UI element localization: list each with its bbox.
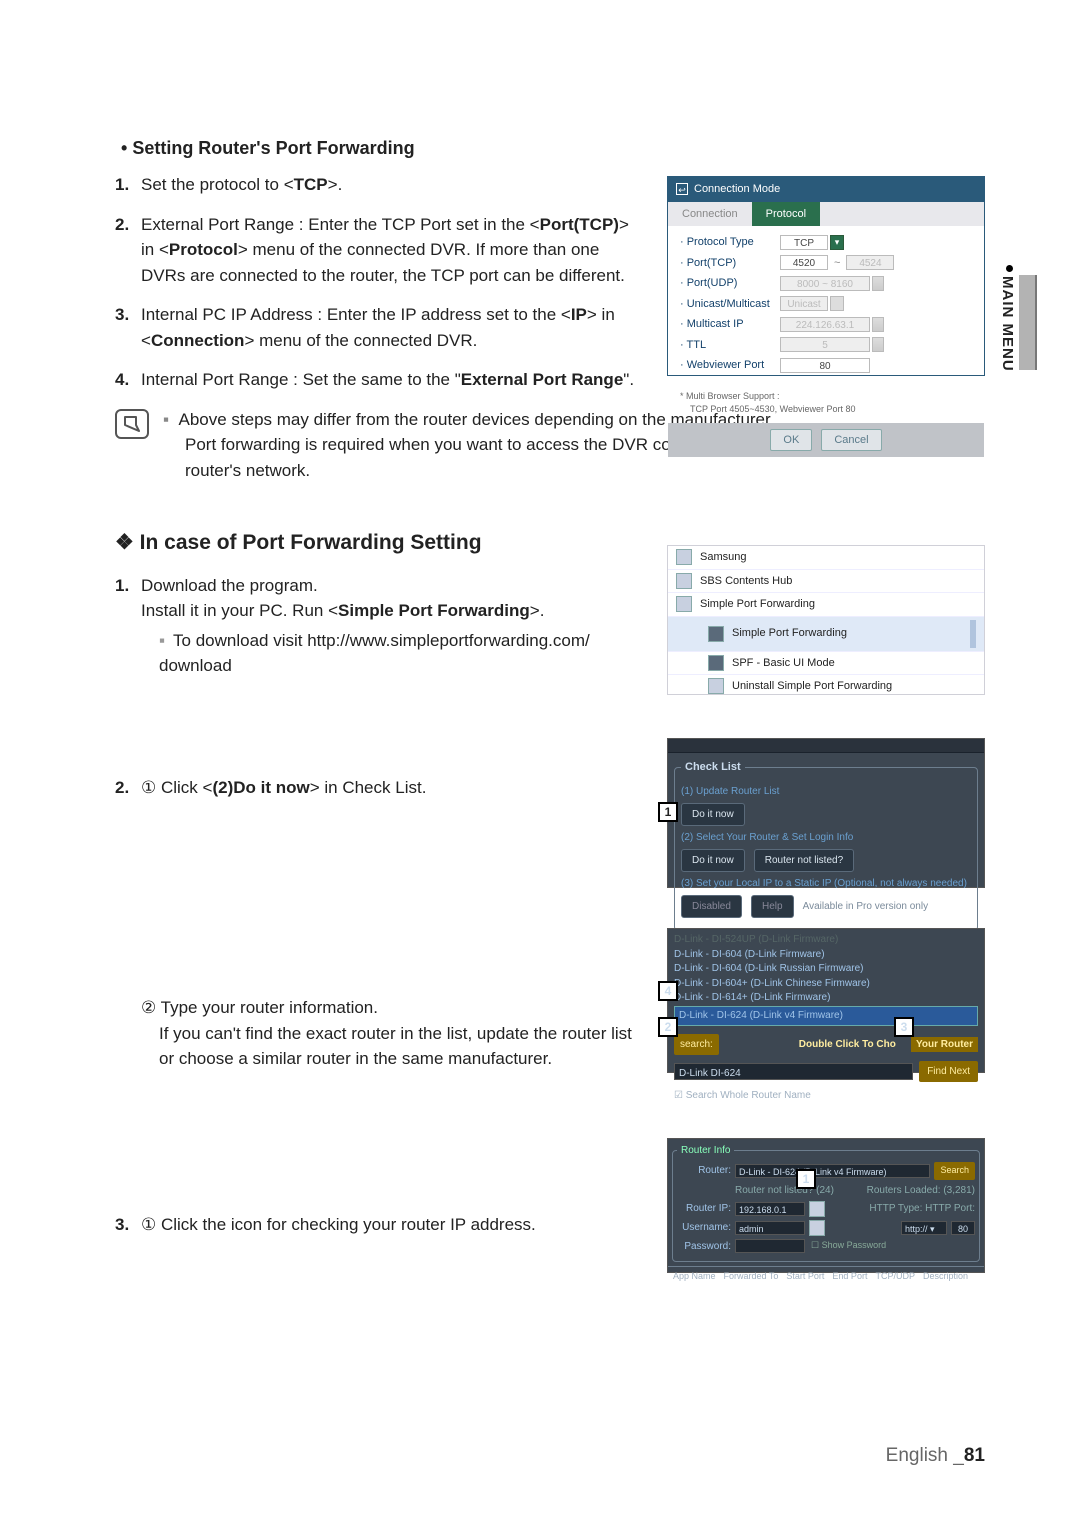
username-field[interactable]: admin <box>735 1221 805 1235</box>
badge-2: 2 <box>658 1017 678 1037</box>
do-it-now-2[interactable]: Do it now <box>681 849 745 872</box>
badge-1: 1 <box>796 1169 816 1189</box>
router-not-listed[interactable]: Router not listed? <box>754 849 854 872</box>
return-icon: ↩ <box>676 183 688 195</box>
menu-item-spf-folder[interactable]: Simple Port Forwarding <box>668 592 984 616</box>
disabled-button: Disabled <box>681 895 742 918</box>
menu-item-sbs[interactable]: SBS Contents Hub <box>668 569 984 593</box>
uninstall-icon <box>708 678 724 694</box>
chevron-down-icon <box>830 296 844 311</box>
show-password-checkbox[interactable]: Show Password <box>822 1240 887 1250</box>
chevron-down-icon[interactable]: ▾ <box>830 235 844 250</box>
menu-item-samsung[interactable]: Samsung <box>668 546 984 569</box>
search-button[interactable]: Search <box>934 1162 975 1180</box>
multicast-ip: 224.126.63.1 <box>780 317 870 332</box>
stepper <box>872 337 884 352</box>
protocol-type-select[interactable]: TCP <box>780 235 828 250</box>
find-next-button[interactable]: Find Next <box>919 1061 978 1082</box>
dialog-title: ↩ Connection Mode <box>668 177 984 202</box>
stepper <box>872 276 884 291</box>
tab-protocol[interactable]: Protocol <box>752 202 820 227</box>
port-tcp-start[interactable]: 4520 <box>780 255 828 270</box>
figure-router-info: 1 Router Info Router: D-Link - DI-624 (D… <box>667 1138 985 1273</box>
folder-icon <box>676 596 692 612</box>
figure-connection-mode: ↩ Connection Mode Connection Protocol · … <box>667 176 985 376</box>
help-button[interactable]: Help <box>751 895 794 918</box>
ttl-field: 5 <box>780 337 870 352</box>
menu-item-spf[interactable]: Simple Port Forwarding <box>668 616 984 651</box>
detect-ip-icon[interactable] <box>809 1201 825 1217</box>
port-table-header: App NameForwarded ToStart Port End PortT… <box>668 1266 984 1287</box>
http-port-field[interactable]: 80 <box>951 1221 975 1235</box>
cancel-button[interactable]: Cancel <box>821 429 881 452</box>
http-type-select[interactable]: http:// ▾ <box>901 1221 947 1235</box>
badge-4: 4 <box>658 981 678 1001</box>
side-tab-background <box>1019 275 1037 370</box>
app-icon <box>708 626 724 642</box>
folder-icon <box>676 573 692 589</box>
note-icon <box>115 409 149 439</box>
webviewer-port[interactable]: 80 <box>780 358 870 373</box>
page-footer: English _81 <box>886 1442 985 1471</box>
user-icon[interactable] <box>809 1220 825 1236</box>
submenu-arrow-icon <box>970 620 976 648</box>
router-list[interactable]: D-Link - DI-524UP (D-Link Firmware) D-Li… <box>668 929 984 1028</box>
router-list-selected: D-Link - DI-624 (D-Link v4 Firmware) <box>674 1006 978 1027</box>
unicast-field: Unicast <box>780 296 828 311</box>
router-ip-field[interactable]: 192.168.0.1 <box>735 1202 805 1216</box>
tab-connection[interactable]: Connection <box>668 202 752 227</box>
port-tcp-end: 4524 <box>846 255 894 270</box>
badge-1: 1 <box>658 802 678 822</box>
side-tab-main-menu: MAIN MENU <box>996 265 1019 372</box>
ok-button[interactable]: OK <box>770 429 812 452</box>
app-icon <box>708 655 724 671</box>
download-note: To download visit http://www.simpleportf… <box>159 631 590 676</box>
badge-3: 3 <box>894 1017 914 1037</box>
menu-item-spf-basic[interactable]: SPF - Basic UI Mode <box>668 651 984 675</box>
figure-checklist: 1 Check List (1) Update Router List Do i… <box>667 738 985 888</box>
port-udp: 8000 ~ 8160 <box>780 276 870 291</box>
search-input[interactable]: D-Link DI-624 <box>674 1063 913 1080</box>
stepper <box>872 317 884 332</box>
heading-port-forwarding: Setting Router's Port Forwarding <box>121 135 985 162</box>
search-label: search: <box>674 1034 719 1055</box>
password-field[interactable] <box>735 1239 805 1253</box>
search-whole-name-checkbox[interactable]: ☑ Search Whole Router Name <box>674 1088 978 1103</box>
do-it-now-1[interactable]: Do it now <box>681 803 745 826</box>
figure-start-menu: Samsung SBS Contents Hub Simple Port For… <box>667 545 985 695</box>
folder-icon <box>676 549 692 565</box>
figure-router-search: 2 3 4 D-Link - DI-524UP (D-Link Firmware… <box>667 928 985 1073</box>
menu-item-uninstall[interactable]: Uninstall Simple Port Forwarding <box>668 674 984 698</box>
router-select[interactable]: D-Link - DI-624 (D-Link v4 Firmware) <box>735 1164 930 1178</box>
